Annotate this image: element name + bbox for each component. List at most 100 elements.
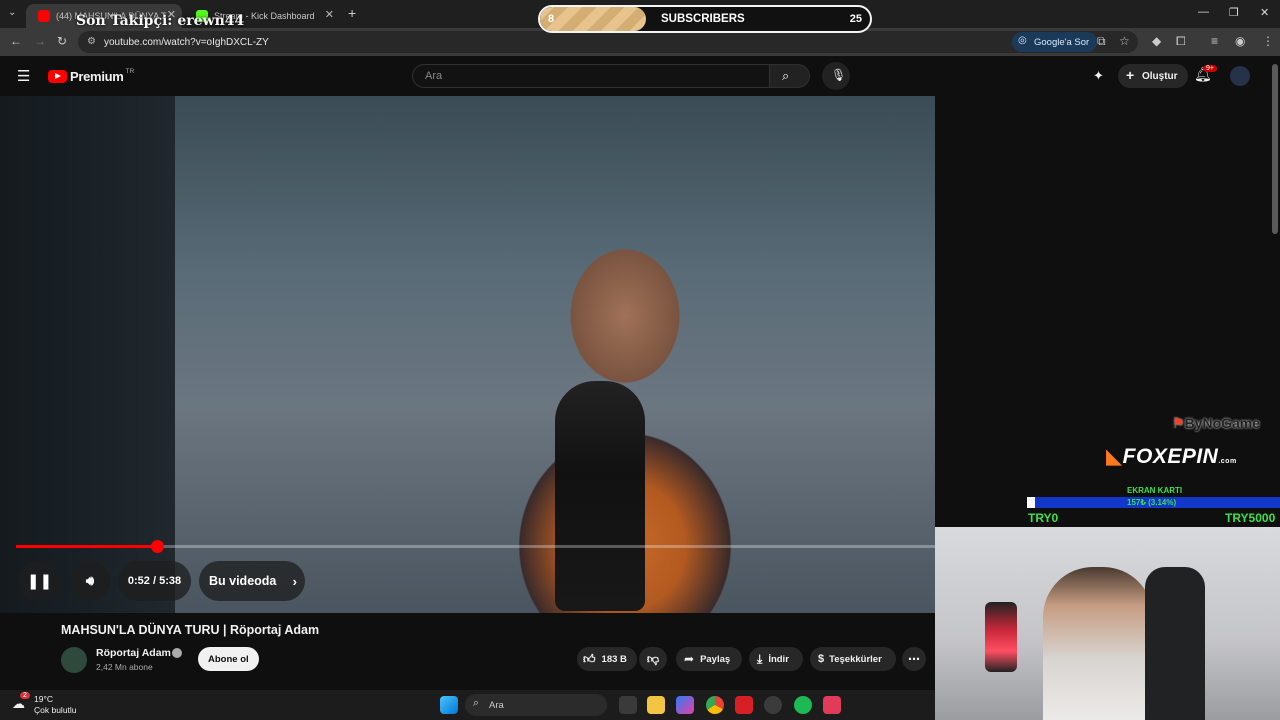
account-avatar[interactable] — [1230, 66, 1250, 86]
search-input[interactable]: Ara — [412, 64, 770, 88]
studio-microphone — [985, 602, 1017, 672]
maximize-icon[interactable]: ❐ — [1229, 6, 1239, 19]
forward-icon[interactable]: → — [34, 34, 46, 48]
windows-taskbar: ☁ 2 19°C Çok bulutlu ⌕ Ara — [0, 690, 935, 720]
volume-icon: 🔊︎ — [85, 573, 95, 588]
address-bar[interactable]: ⚙ youtube.com/watch?v=oIghDXCL-ZY — [78, 31, 1138, 53]
donation-goal-bar: 157₺ (3.14%) — [1027, 497, 1280, 508]
more-actions-button[interactable]: ⋯ — [902, 647, 926, 671]
goal-max: TRY5000 — [1225, 511, 1276, 525]
volume-button[interactable]: 🔊︎ — [70, 561, 110, 601]
verified-badge-icon — [172, 648, 182, 658]
app-pink-icon[interactable] — [823, 696, 841, 714]
plus-icon: + — [1126, 67, 1135, 83]
foxepin-logo: ◣FOXEPIN.com — [1106, 444, 1237, 469]
extension-diamond-icon[interactable]: ◆ — [1152, 34, 1161, 48]
channel-name[interactable]: Röportaj Adam — [96, 647, 171, 659]
weather-desc: Çok bulutlu — [34, 705, 77, 715]
spotify-icon[interactable] — [794, 696, 812, 714]
weather-temp: 19°C — [34, 694, 53, 704]
donation-goal-fill — [1027, 497, 1035, 508]
close-tab-icon[interactable]: ✕ — [325, 8, 334, 21]
microphone-in-video — [555, 381, 645, 611]
weather-widget[interactable]: ☁ 2 19°C Çok bulutlu — [12, 692, 92, 718]
subscriber-goal-fill — [540, 7, 646, 31]
pause-button[interactable]: ❚❚ — [18, 561, 61, 601]
subscribe-button[interactable]: Abone ol — [198, 647, 259, 671]
notification-badge: 9+ — [1203, 65, 1217, 72]
channel-avatar[interactable] — [61, 647, 87, 673]
goal-min: TRY0 — [1028, 511, 1059, 525]
thanks-button[interactable]: $ Teşekkürler — [810, 647, 896, 671]
windows-start-icon[interactable] — [440, 696, 458, 714]
last-follower-overlay: Son Takipçi: erewn44 — [76, 13, 245, 29]
new-tab-icon[interactable]: + — [348, 5, 356, 21]
in-this-video-button[interactable]: Bu videoda › — [199, 561, 305, 601]
youtube-play-icon — [48, 70, 67, 83]
download-button[interactable]: ⤓ İndir — [749, 647, 803, 671]
tab-search-icon[interactable]: ⌄ — [8, 7, 16, 18]
google-sor-button[interactable]: ◎ Google'a Sor — [1012, 32, 1098, 52]
subscriber-goal-target: 25 — [849, 13, 862, 25]
microphone-icon: 🎙︎ — [831, 68, 847, 82]
premium-label: Premium — [70, 69, 124, 84]
download-label: İndir — [768, 653, 789, 665]
taskbar-search-label: Ara — [489, 699, 504, 711]
voice-search-button[interactable]: 🎙︎ — [822, 62, 850, 90]
page-scrollbar[interactable] — [1272, 64, 1278, 234]
hamburger-menu-icon[interactable]: ☰ — [17, 67, 30, 85]
close-window-icon[interactable]: ✕ — [1260, 6, 1269, 19]
profile-icon[interactable]: ◉ — [1235, 34, 1245, 48]
download-icon: ⤓ — [757, 651, 763, 666]
video-player[interactable]: ❚❚ 🔊︎ 0:52 / 5:38 Bu videoda › — [0, 96, 935, 613]
minimize-icon[interactable]: — — [1198, 6, 1209, 18]
install-app-icon[interactable]: ⧉ — [1097, 34, 1106, 49]
more-horizontal-icon: ⋯ — [908, 652, 920, 666]
reload-icon[interactable]: ↻ — [57, 34, 67, 48]
like-button[interactable]: 👍︎ 183 B — [577, 647, 637, 671]
subscriber-goal-bar: 8 SUBSCRIBERS 25 — [538, 5, 872, 33]
chrome-icon[interactable] — [706, 696, 724, 714]
bookmark-star-icon[interactable]: ☆ — [1119, 34, 1130, 48]
gaming-chair — [1145, 567, 1205, 720]
goal-value: 157₺ (3.14%) — [1127, 498, 1177, 507]
video-frame[interactable] — [175, 96, 935, 613]
progress-scrubber[interactable] — [151, 540, 164, 553]
more-menu-icon[interactable]: ⋮ — [1262, 34, 1274, 48]
youtube-favicon-icon — [38, 10, 50, 22]
search-icon: ⌕ — [782, 68, 790, 83]
webcam-overlay — [935, 527, 1280, 720]
foxepin-label: FOXEPIN — [1122, 445, 1219, 468]
cast-icon[interactable]: ✦ — [1093, 68, 1104, 84]
copilot-icon[interactable] — [676, 696, 694, 714]
progress-played — [16, 545, 157, 548]
foxepin-fox-icon: ◣ — [1106, 445, 1123, 468]
youtube-logo[interactable]: Premium TR — [48, 68, 135, 84]
create-label: Oluştur — [1142, 70, 1178, 82]
file-explorer-icon[interactable] — [647, 696, 665, 714]
search-button[interactable]: ⌕ — [770, 64, 810, 88]
lens-icon: ◎ — [1018, 35, 1027, 46]
pause-icon: ❚❚ — [26, 573, 53, 590]
create-button[interactable]: + Oluştur — [1118, 64, 1188, 88]
app-red-icon[interactable] — [735, 696, 753, 714]
reading-list-icon[interactable]: ≡ — [1211, 34, 1218, 48]
back-icon[interactable]: ← — [10, 34, 22, 48]
streamer-figure — [1043, 567, 1153, 720]
app-settings-icon[interactable] — [764, 696, 782, 714]
region-label: TR — [125, 68, 135, 75]
dislike-button[interactable]: 👎︎ — [639, 647, 667, 671]
video-meta: MAHSUN'LA DÜNYA TURU | Röportaj Adam Röp… — [0, 613, 935, 690]
time-display: 0:52 / 5:38 — [118, 561, 191, 601]
subscriber-goal-current: 8 — [548, 13, 555, 25]
video-title: MAHSUN'LA DÜNYA TURU | Röportaj Adam — [61, 623, 320, 637]
extensions-puzzle-icon[interactable]: ⧠ — [1176, 34, 1186, 49]
task-view-icon[interactable] — [619, 696, 637, 714]
site-info-icon[interactable]: ⚙ — [87, 36, 96, 47]
foxepin-suffix: .com — [1218, 458, 1237, 465]
share-label: Paylaş — [700, 653, 731, 665]
bynogame-mark-icon: ⚑ — [1172, 415, 1185, 431]
taskbar-search[interactable]: ⌕ Ara — [465, 694, 607, 716]
chevron-right-icon: › — [292, 573, 297, 589]
share-button[interactable]: ➦ Paylaş — [676, 647, 742, 671]
